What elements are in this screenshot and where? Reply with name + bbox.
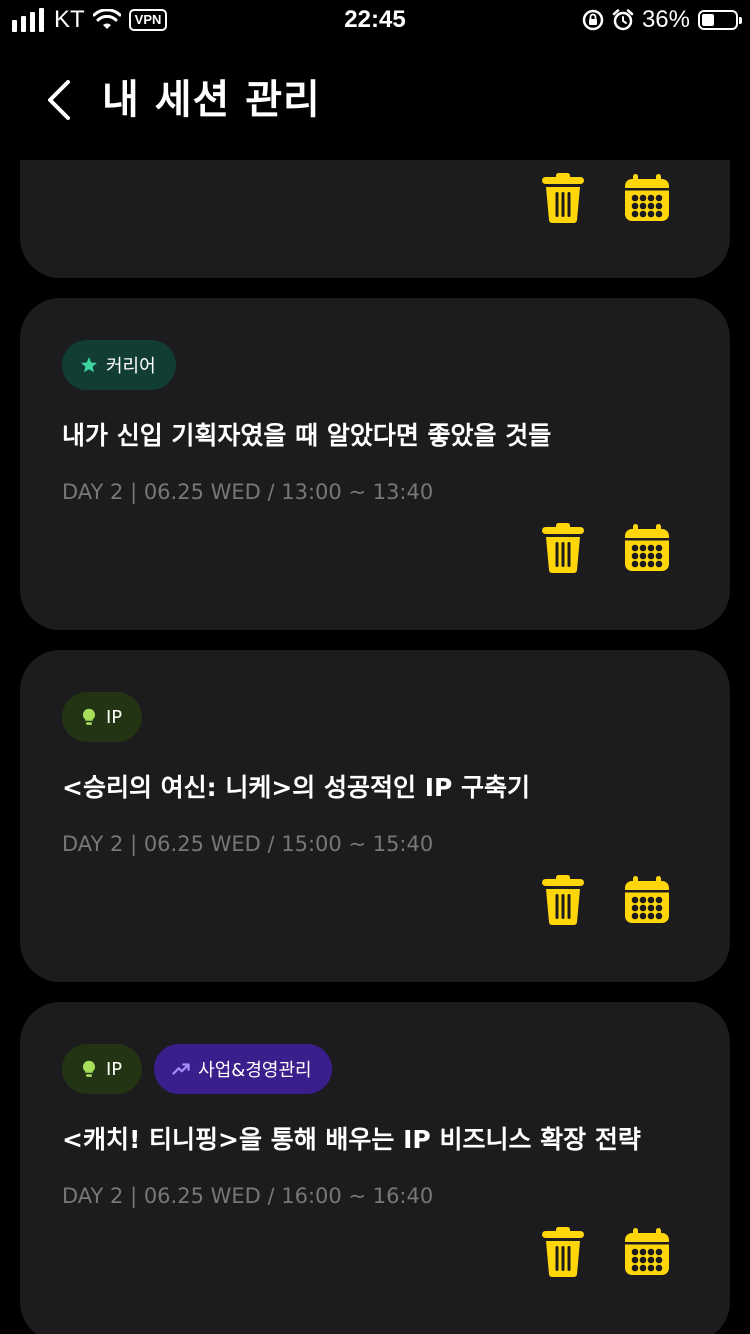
session-actions bbox=[538, 522, 672, 574]
session-title: <승리의 여신: 니케>의 성공적인 IP 구축기 bbox=[62, 773, 531, 802]
session-title: 내가 신입 기획자였을 때 알았다면 좋았을 것들 bbox=[62, 421, 552, 450]
tag-ip: IP bbox=[62, 692, 143, 742]
status-bar: KT VPN 22:45 36% bbox=[0, 0, 750, 40]
battery-percent: 36% bbox=[641, 6, 690, 33]
battery-level bbox=[702, 14, 714, 26]
tag-label: 커리어 bbox=[106, 356, 156, 377]
session-card[interactable]: 커리어 내가 신입 기획자였을 때 알았다면 좋았을 것들 DAY 2 | 06… bbox=[20, 298, 730, 630]
nav-bar: 내 세션 관리 bbox=[0, 60, 750, 144]
tag-career: 커리어 bbox=[62, 340, 176, 390]
back-button[interactable] bbox=[36, 76, 84, 124]
tag-label: IP bbox=[106, 1058, 123, 1080]
tag-list: IP bbox=[62, 692, 143, 742]
add-to-calendar-button[interactable] bbox=[622, 522, 672, 574]
tag-list: IP 사업&경영관리 bbox=[62, 1044, 332, 1094]
tag-list: 커리어 bbox=[62, 340, 176, 390]
session-title: <캐치! 티니핑>을 통해 배우는 IP 비즈니스 확장 전략 bbox=[62, 1125, 641, 1154]
session-time: DAY 2 | 06.25 WED / 13:00 ~ 13:40 bbox=[62, 480, 434, 504]
session-card[interactable]: IP <승리의 여신: 니케>의 성공적인 IP 구축기 DAY 2 | 06.… bbox=[20, 650, 730, 982]
calendar-icon bbox=[625, 876, 669, 923]
add-to-calendar-button[interactable] bbox=[622, 1226, 672, 1278]
delete-button[interactable] bbox=[538, 522, 588, 574]
session-time: DAY 2 | 06.25 WED / 16:00 ~ 16:40 bbox=[62, 1184, 434, 1208]
session-time: DAY 2 | 06.25 WED / 15:00 ~ 15:40 bbox=[62, 832, 434, 856]
add-to-calendar-button[interactable] bbox=[622, 172, 672, 224]
tag-ip: IP bbox=[62, 1044, 143, 1094]
status-right: 36% bbox=[582, 6, 742, 34]
delete-button[interactable] bbox=[538, 1226, 588, 1278]
session-actions bbox=[538, 1226, 672, 1278]
lightbulb-icon bbox=[82, 708, 96, 725]
session-actions bbox=[538, 874, 672, 926]
trash-icon bbox=[542, 875, 584, 925]
tag-business-management: 사업&경영관리 bbox=[154, 1044, 332, 1094]
chevron-left-icon bbox=[48, 80, 70, 120]
session-actions bbox=[538, 172, 672, 224]
trash-icon bbox=[542, 173, 584, 223]
calendar-icon bbox=[625, 524, 669, 571]
delete-button[interactable] bbox=[538, 874, 588, 926]
star-icon bbox=[81, 357, 97, 373]
trending-up-icon bbox=[172, 1063, 190, 1075]
tag-label: IP bbox=[106, 706, 123, 728]
delete-button[interactable] bbox=[538, 172, 588, 224]
battery-icon bbox=[698, 10, 742, 30]
tag-label: 사업&경영관리 bbox=[198, 1060, 312, 1081]
session-card[interactable]: IP 사업&경영관리 <캐치! 티니핑>을 통해 배우는 IP 비즈니스 확장 … bbox=[20, 1002, 730, 1334]
session-list[interactable]: 커리어 내가 신입 기획자였을 때 알았다면 좋았을 것들 DAY 2 | 06… bbox=[0, 160, 750, 1334]
alarm-icon bbox=[612, 9, 634, 31]
session-card bbox=[20, 160, 730, 278]
orientation-lock-icon bbox=[582, 9, 604, 31]
trash-icon bbox=[542, 1227, 584, 1277]
trash-icon bbox=[542, 523, 584, 573]
add-to-calendar-button[interactable] bbox=[622, 874, 672, 926]
page-title: 내 세션 관리 bbox=[102, 77, 321, 123]
calendar-icon bbox=[625, 1228, 669, 1275]
calendar-icon bbox=[625, 174, 669, 221]
lightbulb-icon bbox=[82, 1060, 96, 1077]
